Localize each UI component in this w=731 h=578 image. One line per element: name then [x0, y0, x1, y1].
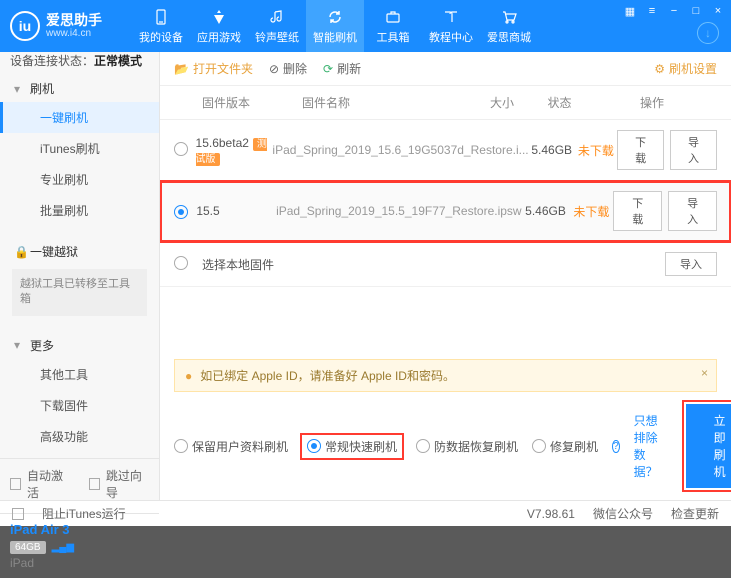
- folder-icon: 📂: [174, 62, 189, 76]
- delete-icon: ⊘: [269, 62, 279, 76]
- sidebar-item-download-firmware[interactable]: 下载固件: [0, 390, 159, 421]
- sidebar-item-oneclick-flash[interactable]: 一键刷机: [0, 102, 159, 133]
- toolbox-icon: [384, 8, 402, 26]
- nav-my-device[interactable]: 我的设备: [132, 0, 190, 52]
- import-button[interactable]: 导入: [665, 252, 717, 276]
- block-itunes-label: 阻止iTunes运行: [42, 505, 126, 522]
- menu-icon[interactable]: ▦: [623, 4, 637, 18]
- logo-icon: iu: [10, 11, 40, 41]
- toolbar: 📂打开文件夹 ⊘删除 ⟳刷新 ⚙刷机设置: [160, 52, 731, 86]
- status-bar: 阻止iTunes运行 V7.98.61 微信公众号 检查更新: [0, 500, 731, 526]
- refresh-icon: ⟳: [323, 62, 333, 76]
- exclude-data-link[interactable]: 只想排除数据？: [634, 412, 658, 480]
- import-button[interactable]: 导入: [668, 191, 717, 231]
- sidebar-section-flash[interactable]: ▾刷机: [0, 75, 159, 102]
- main-nav: 我的设备 应用游戏 铃声壁纸 智能刷机 工具箱 教程中心 爱思商城: [132, 0, 538, 52]
- radio-icon: [174, 439, 188, 453]
- nav-apps[interactable]: 应用游戏: [190, 0, 248, 52]
- appleid-notice: ● 如已绑定 Apple ID，请准备好 Apple ID和密码。 ×: [174, 359, 717, 392]
- close-icon[interactable]: ×: [711, 4, 725, 18]
- tray-icon[interactable]: ≡: [645, 4, 659, 18]
- lock-icon: 🔒: [14, 245, 24, 259]
- row-radio[interactable]: [174, 205, 188, 219]
- jailbreak-note: 越狱工具已转移至工具箱: [12, 269, 147, 316]
- wechat-link[interactable]: 微信公众号: [593, 505, 653, 522]
- refresh-button[interactable]: ⟳刷新: [323, 60, 361, 77]
- nav-tutorials[interactable]: 教程中心: [422, 0, 480, 52]
- row-radio[interactable]: [174, 256, 188, 270]
- import-button[interactable]: 导入: [670, 130, 717, 170]
- chevron-down-icon: ▾: [14, 338, 24, 352]
- table-row[interactable]: 15.6beta2测试版 iPad_Spring_2019_15.6_19G50…: [160, 120, 731, 181]
- title-bar: iu 爱思助手 www.i4.cn 我的设备 应用游戏 铃声壁纸 智能刷机 工具…: [0, 0, 731, 52]
- phone-icon: [152, 8, 170, 26]
- maximize-icon[interactable]: □: [689, 4, 703, 18]
- apps-icon: [210, 8, 228, 26]
- sidebar-item-other-tools[interactable]: 其他工具: [0, 359, 159, 390]
- skip-guide-checkbox[interactable]: [89, 478, 100, 490]
- check-update-link[interactable]: 检查更新: [671, 505, 719, 522]
- sidebar-item-advanced[interactable]: 高级功能: [0, 421, 159, 452]
- app-logo: iu 爱思助手 www.i4.cn: [10, 11, 102, 41]
- open-folder-button[interactable]: 📂打开文件夹: [174, 60, 253, 77]
- sidebar: 设备连接状态： 正常模式 ▾刷机 一键刷机 iTunes刷机 专业刷机 批量刷机…: [0, 52, 160, 500]
- table-row[interactable]: 15.5 iPad_Spring_2019_15.5_19F77_Restore…: [160, 181, 731, 242]
- nav-toolbox[interactable]: 工具箱: [364, 0, 422, 52]
- sidebar-section-jailbreak[interactable]: 🔒一键越狱: [0, 238, 159, 265]
- window-controls: ▦ ≡ − □ ×: [623, 4, 725, 18]
- opt-recover-flash[interactable]: 防数据恢复刷机: [416, 438, 518, 455]
- version-label: V7.98.61: [527, 507, 575, 521]
- cart-icon: [500, 8, 518, 26]
- opt-fast-flash[interactable]: 常规快速刷机: [302, 435, 402, 458]
- nav-ringtones[interactable]: 铃声壁纸: [248, 0, 306, 52]
- opt-repair-flash[interactable]: 修复刷机: [532, 438, 598, 455]
- block-itunes-checkbox[interactable]: [12, 508, 24, 520]
- delete-button[interactable]: ⊘删除: [269, 60, 307, 77]
- table-row-local[interactable]: 选择本地固件 导入: [160, 242, 731, 287]
- device-storage: 64GB: [10, 541, 46, 554]
- download-manager-icon[interactable]: ↓: [697, 22, 719, 44]
- app-url: www.i4.cn: [46, 28, 102, 39]
- radio-icon: [307, 439, 321, 453]
- warning-icon: ●: [185, 369, 192, 383]
- auto-activate-checkbox[interactable]: [10, 478, 21, 490]
- nav-store[interactable]: 爱思商城: [480, 0, 538, 52]
- gear-icon: ⚙: [654, 62, 665, 76]
- radio-icon: [416, 439, 430, 453]
- close-notice-icon[interactable]: ×: [701, 366, 708, 380]
- opt-keep-data[interactable]: 保留用户资料刷机: [174, 438, 288, 455]
- main-panel: 📂打开文件夹 ⊘删除 ⟳刷新 ⚙刷机设置 固件版本 固件名称 大小 状态 操作 …: [160, 52, 731, 500]
- chevron-down-icon: ▾: [14, 82, 24, 96]
- radio-icon: [532, 439, 546, 453]
- sidebar-item-pro-flash[interactable]: 专业刷机: [0, 164, 159, 195]
- signal-icon: ▂▄▆: [52, 542, 74, 553]
- sidebar-item-batch-flash[interactable]: 批量刷机: [0, 195, 159, 226]
- download-button[interactable]: 下载: [613, 191, 662, 231]
- connection-status: 设备连接状态： 正常模式: [0, 52, 159, 69]
- book-icon: [442, 8, 460, 26]
- app-name: 爱思助手: [46, 13, 102, 28]
- flash-options: 保留用户资料刷机 常规快速刷机 防数据恢复刷机 修复刷机 ? 只想排除数据？ 立…: [160, 392, 731, 500]
- flash-now-button[interactable]: 立即刷机: [686, 404, 731, 488]
- sidebar-section-more[interactable]: ▾更多: [0, 332, 159, 359]
- row-radio[interactable]: [174, 142, 188, 156]
- minimize-icon[interactable]: −: [667, 4, 681, 18]
- refresh-icon: [326, 8, 344, 26]
- help-icon[interactable]: ?: [612, 440, 620, 453]
- flash-settings-button[interactable]: ⚙刷机设置: [654, 60, 717, 77]
- nav-flash[interactable]: 智能刷机: [306, 0, 364, 52]
- music-icon: [268, 8, 286, 26]
- table-header: 固件版本 固件名称 大小 状态 操作: [160, 86, 731, 120]
- download-button[interactable]: 下载: [617, 130, 664, 170]
- sidebar-item-itunes-flash[interactable]: iTunes刷机: [0, 133, 159, 164]
- firmware-table: 固件版本 固件名称 大小 状态 操作 15.6beta2测试版 iPad_Spr…: [160, 86, 731, 359]
- device-type: iPad: [10, 556, 149, 570]
